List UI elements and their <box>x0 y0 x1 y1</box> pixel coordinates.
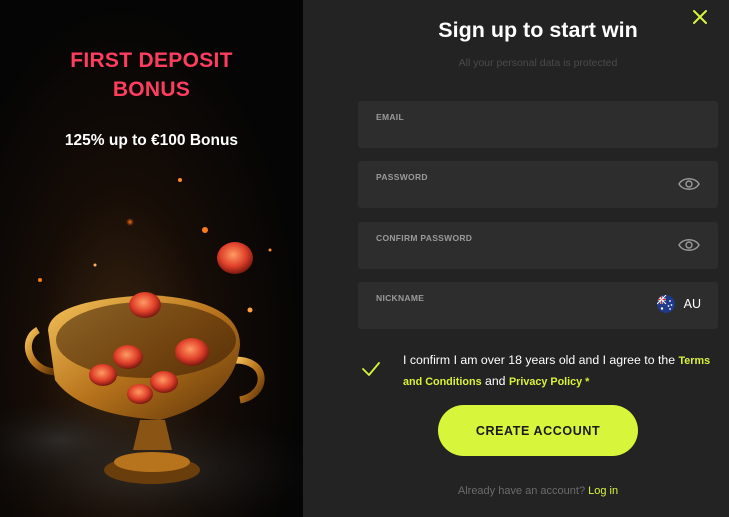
check-icon[interactable] <box>361 361 381 377</box>
signup-panel: Sign up to start win All your personal d… <box>303 0 729 517</box>
nickname-field[interactable]: NICKNAME AU <box>358 282 718 329</box>
country-code: AU <box>683 297 701 311</box>
eye-icon[interactable] <box>678 237 700 253</box>
trophy-with-chips-illustration <box>0 178 303 517</box>
consent-prefix: I confirm I am over 18 years old and I a… <box>403 353 676 367</box>
form-subtitle: All your personal data is protected <box>458 57 618 69</box>
email-label: EMAIL <box>376 112 404 122</box>
eye-icon[interactable] <box>678 176 700 192</box>
password-field[interactable]: PASSWORD <box>358 161 718 208</box>
promo-title-line-1: FIRST DEPOSIT <box>70 49 233 72</box>
nickname-input[interactable] <box>374 304 644 324</box>
confirm-password-input[interactable] <box>374 244 644 264</box>
privacy-policy-link[interactable]: Privacy Policy * <box>509 376 589 388</box>
consent-text: I confirm I am over 18 years old and I a… <box>403 350 723 392</box>
consent-and: and <box>485 374 506 388</box>
form-title: Sign up to start win <box>438 18 638 42</box>
login-row: Already have an account? Log in <box>303 485 729 497</box>
promo-title: FIRST DEPOSIT BONUS <box>0 46 303 104</box>
country-selector[interactable]: AU <box>656 295 701 313</box>
nickname-label: NICKNAME <box>376 293 425 303</box>
confirm-password-label: CONFIRM PASSWORD <box>376 233 473 243</box>
login-prompt: Already have an account? <box>457 485 586 497</box>
create-account-button[interactable]: CREATE ACCOUNT <box>438 405 638 456</box>
promo-panel: FIRST DEPOSIT BONUS 125% up to €100 Bonu… <box>0 0 303 517</box>
email-field[interactable]: EMAIL <box>358 101 718 148</box>
promo-title-line-2: BONUS <box>112 78 191 101</box>
password-input[interactable] <box>374 183 644 203</box>
confirm-password-field[interactable]: CONFIRM PASSWORD <box>358 222 718 269</box>
email-input[interactable] <box>374 123 644 143</box>
promo-subtitle: 125% up to €100 Bonus <box>64 132 239 149</box>
password-label: PASSWORD <box>376 172 428 182</box>
australia-flag-icon <box>656 295 675 313</box>
login-link[interactable]: Log in <box>588 485 618 497</box>
